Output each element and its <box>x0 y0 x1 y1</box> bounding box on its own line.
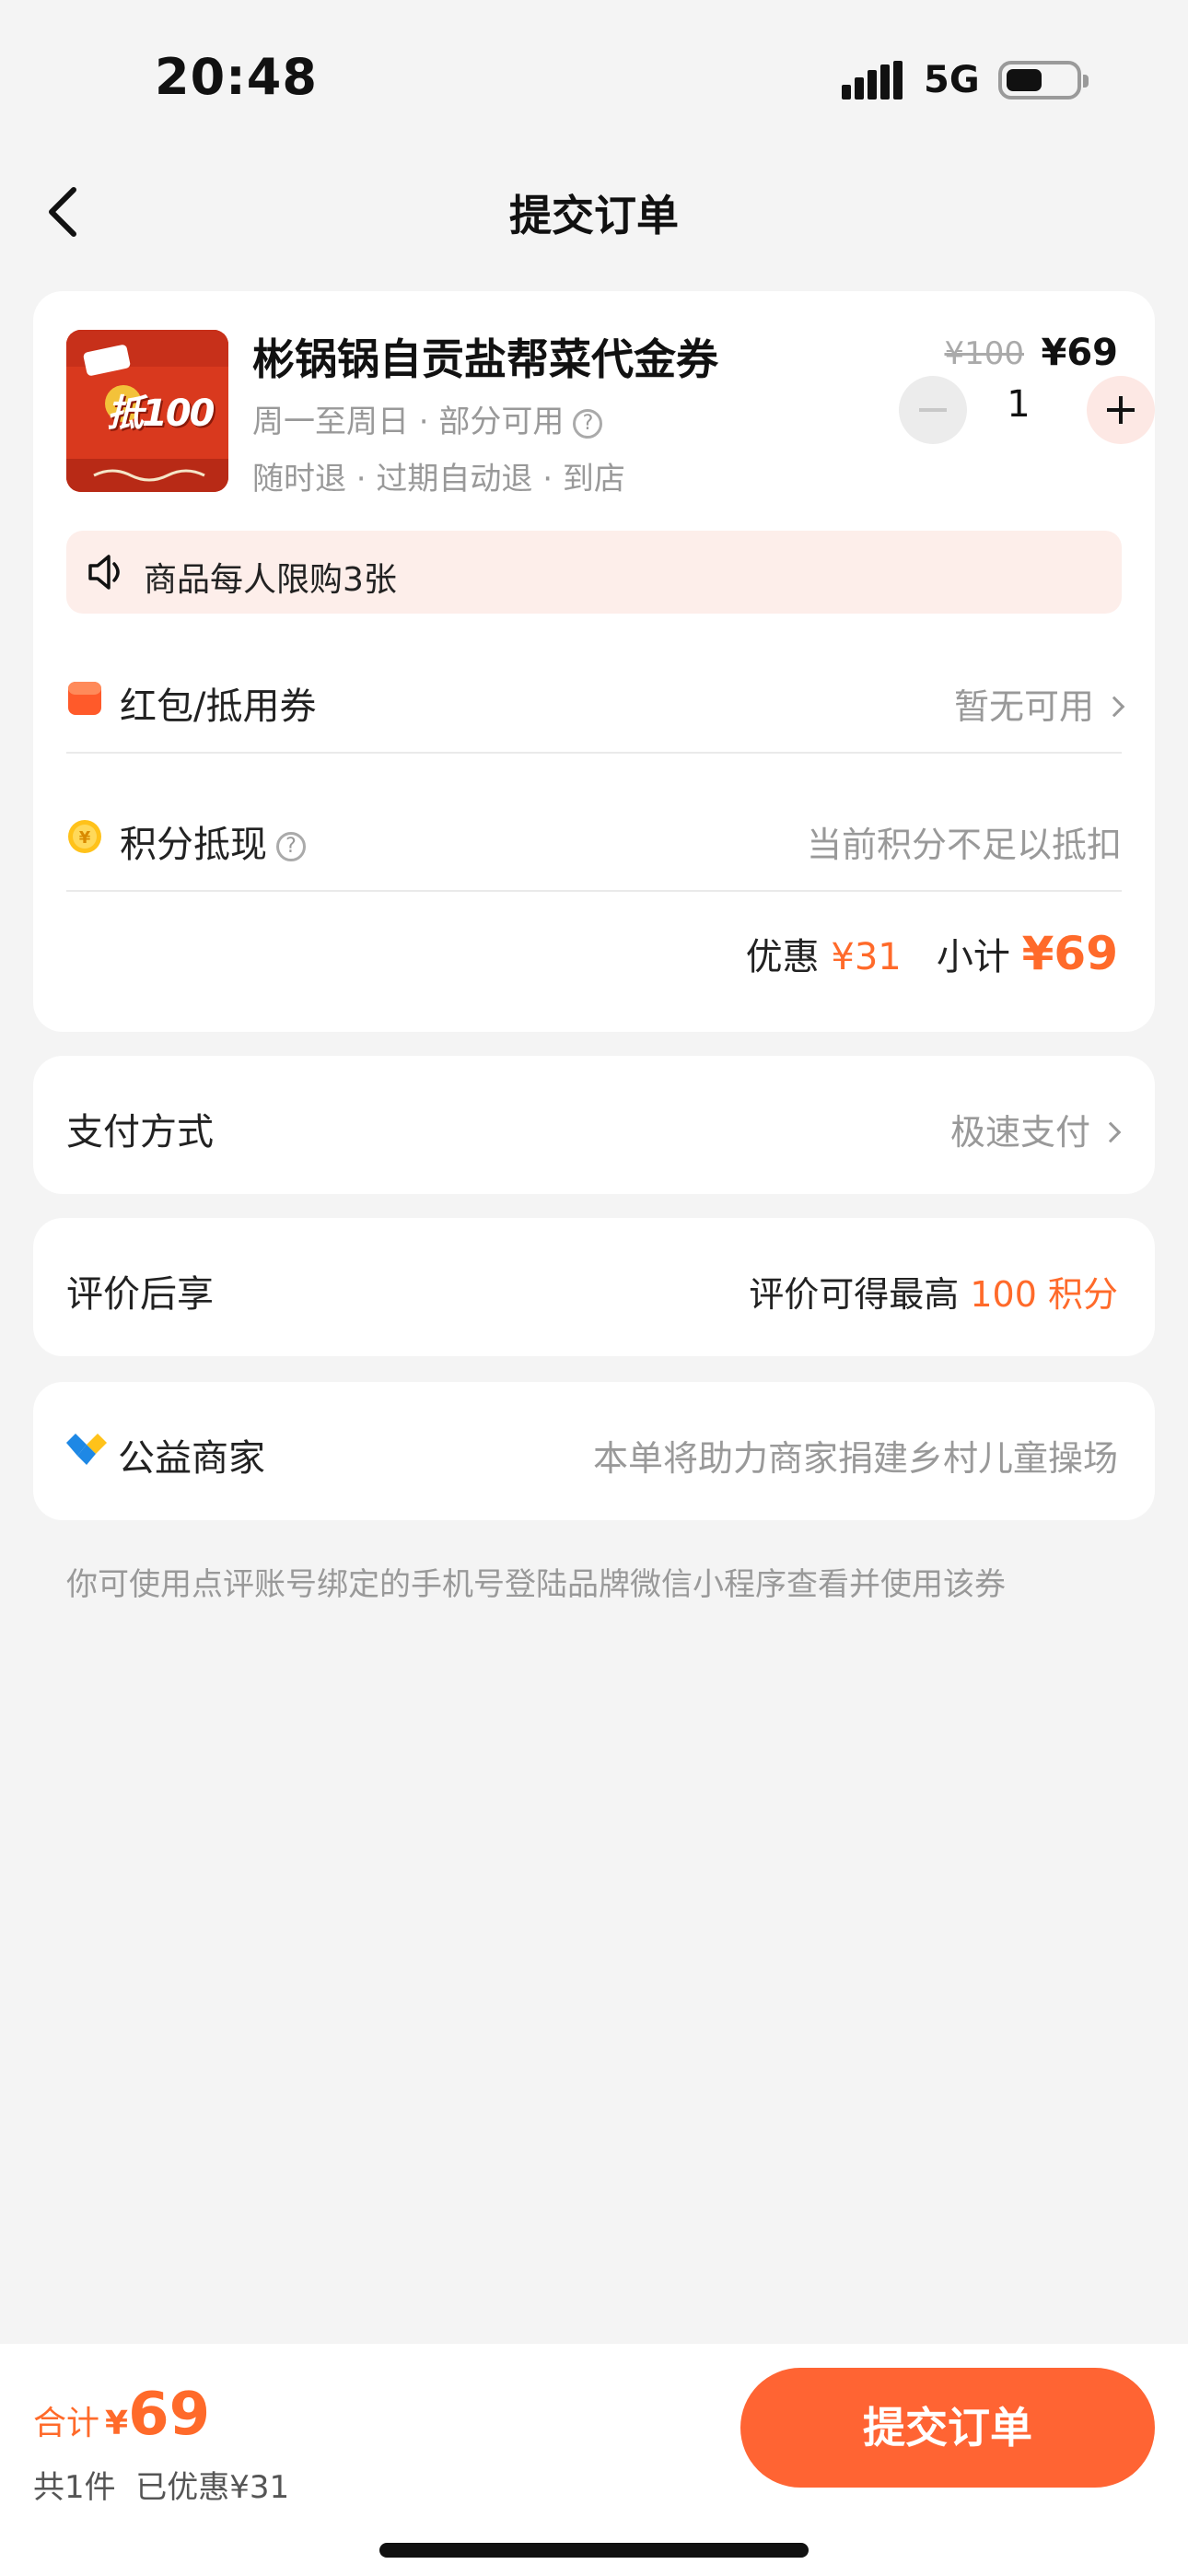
home-indicator[interactable] <box>379 2543 809 2558</box>
coupon-value: 暂无可用 <box>953 678 1125 729</box>
quantity-value: 1 <box>1007 383 1031 426</box>
total-amount: 69 <box>128 2381 211 2449</box>
charity-value: 本单将助力商家捐建乡村儿童操场 <box>592 1438 1118 1479</box>
chevron-right-icon <box>1103 696 1125 717</box>
charity-merchant-row: 公益商家 本单将助力商家捐建乡村儿童操场 <box>33 1382 1155 1520</box>
coupon-row[interactable]: 红包/抵用券 暂无可用 <box>66 630 1125 768</box>
charity-heart-icon <box>66 1434 107 1465</box>
payment-method-row[interactable]: 支付方式 极速支付 <box>33 1056 1155 1194</box>
saved-amount: 已优惠¥31 <box>135 2469 290 2506</box>
help-icon[interactable]: ? <box>276 832 306 861</box>
order-count-savings: 共1件 已优惠¥31 <box>33 2462 289 2507</box>
product-title: 彬锅锅自贡盐帮菜代金券 <box>252 334 718 384</box>
product-refund-info: 随时退 · 过期自动退 · 到店 <box>252 461 625 498</box>
nav-bar: 提交订单 <box>0 166 1188 258</box>
points-value: 当前积分不足以抵扣 <box>806 825 1122 865</box>
review-reward-row: 评价后享 评价可得最高 100 积分 <box>33 1218 1155 1356</box>
product-validity: 周一至周日 · 部分可用? <box>252 396 603 441</box>
red-packet-icon <box>68 682 101 715</box>
subtotal-amount: ¥69 <box>1021 927 1118 980</box>
network-label: 5G <box>924 59 980 101</box>
charity-label: 公益商家 <box>118 1437 265 1480</box>
order-summary: 优惠 ¥31 小计 ¥69 <box>746 927 1118 980</box>
points-label-text: 积分抵现 <box>120 824 267 866</box>
discount-label: 优惠 <box>745 936 820 978</box>
submit-order-button[interactable]: 提交订单 <box>740 2368 1155 2488</box>
review-value: 评价可得最高 100 积分 <box>749 1266 1118 1317</box>
points-coin-icon: ¥ <box>68 820 101 853</box>
help-icon[interactable]: ? <box>573 408 603 439</box>
svg-text:¥: ¥ <box>79 828 91 848</box>
divider <box>66 890 1122 892</box>
signal-icon <box>842 61 903 100</box>
increase-quantity-button[interactable] <box>1087 376 1155 444</box>
product-validity-text: 周一至周日 · 部分可用 <box>252 404 565 440</box>
coupon-value-text: 暂无可用 <box>953 686 1094 727</box>
status-time: 20:48 <box>155 48 318 106</box>
battery-icon <box>998 61 1089 100</box>
bottom-bar: 合计 ¥69 共1件 已优惠¥31 提交订单 <box>0 2344 1188 2576</box>
usage-footnote: 你可使用点评账号绑定的手机号登陆品牌微信小程序查看并使用该券 <box>66 1566 1006 1603</box>
thumb-text: 抵100 <box>107 392 215 435</box>
coupon-label: 红包/抵用券 <box>120 685 317 728</box>
divider <box>66 752 1122 754</box>
item-count: 共1件 <box>33 2469 116 2506</box>
order-card: 抵100 彬锅锅自贡盐帮菜代金券 周一至周日 · 部分可用? 随时退 · 过期自… <box>33 291 1155 1032</box>
page-title: 提交订单 <box>509 191 679 240</box>
current-price: ¥69 <box>1041 332 1119 374</box>
review-label: 评价后享 <box>66 1273 214 1316</box>
payment-label: 支付方式 <box>66 1111 214 1153</box>
total-label: 合计 <box>33 2405 100 2442</box>
review-points: 100 积分 <box>970 1274 1118 1315</box>
product-thumbnail[interactable]: 抵100 <box>66 330 228 492</box>
payment-value: 极速支付 <box>949 1104 1122 1154</box>
points-row: ¥ 积分抵现? 当前积分不足以抵扣 <box>66 768 1122 907</box>
status-bar: 20:48 5G <box>0 0 1188 157</box>
decrease-quantity-button[interactable] <box>899 376 967 444</box>
review-value-prefix: 评价可得最高 <box>749 1274 960 1315</box>
purchase-limit-notice: 商品每人限购3张 <box>66 531 1122 614</box>
chevron-right-icon <box>1100 1121 1122 1142</box>
order-total: 合计 ¥69 <box>33 2381 210 2449</box>
original-price: ¥100 <box>944 335 1024 372</box>
purchase-limit-text: 商品每人限购3张 <box>144 561 397 599</box>
points-label: 积分抵现? <box>120 814 306 868</box>
speaker-icon <box>88 555 120 590</box>
discount-amount: ¥31 <box>831 936 902 978</box>
subtotal-label: 小计 <box>936 936 1010 978</box>
total-currency: ¥ <box>105 2405 129 2442</box>
payment-value-text: 极速支付 <box>949 1112 1090 1153</box>
